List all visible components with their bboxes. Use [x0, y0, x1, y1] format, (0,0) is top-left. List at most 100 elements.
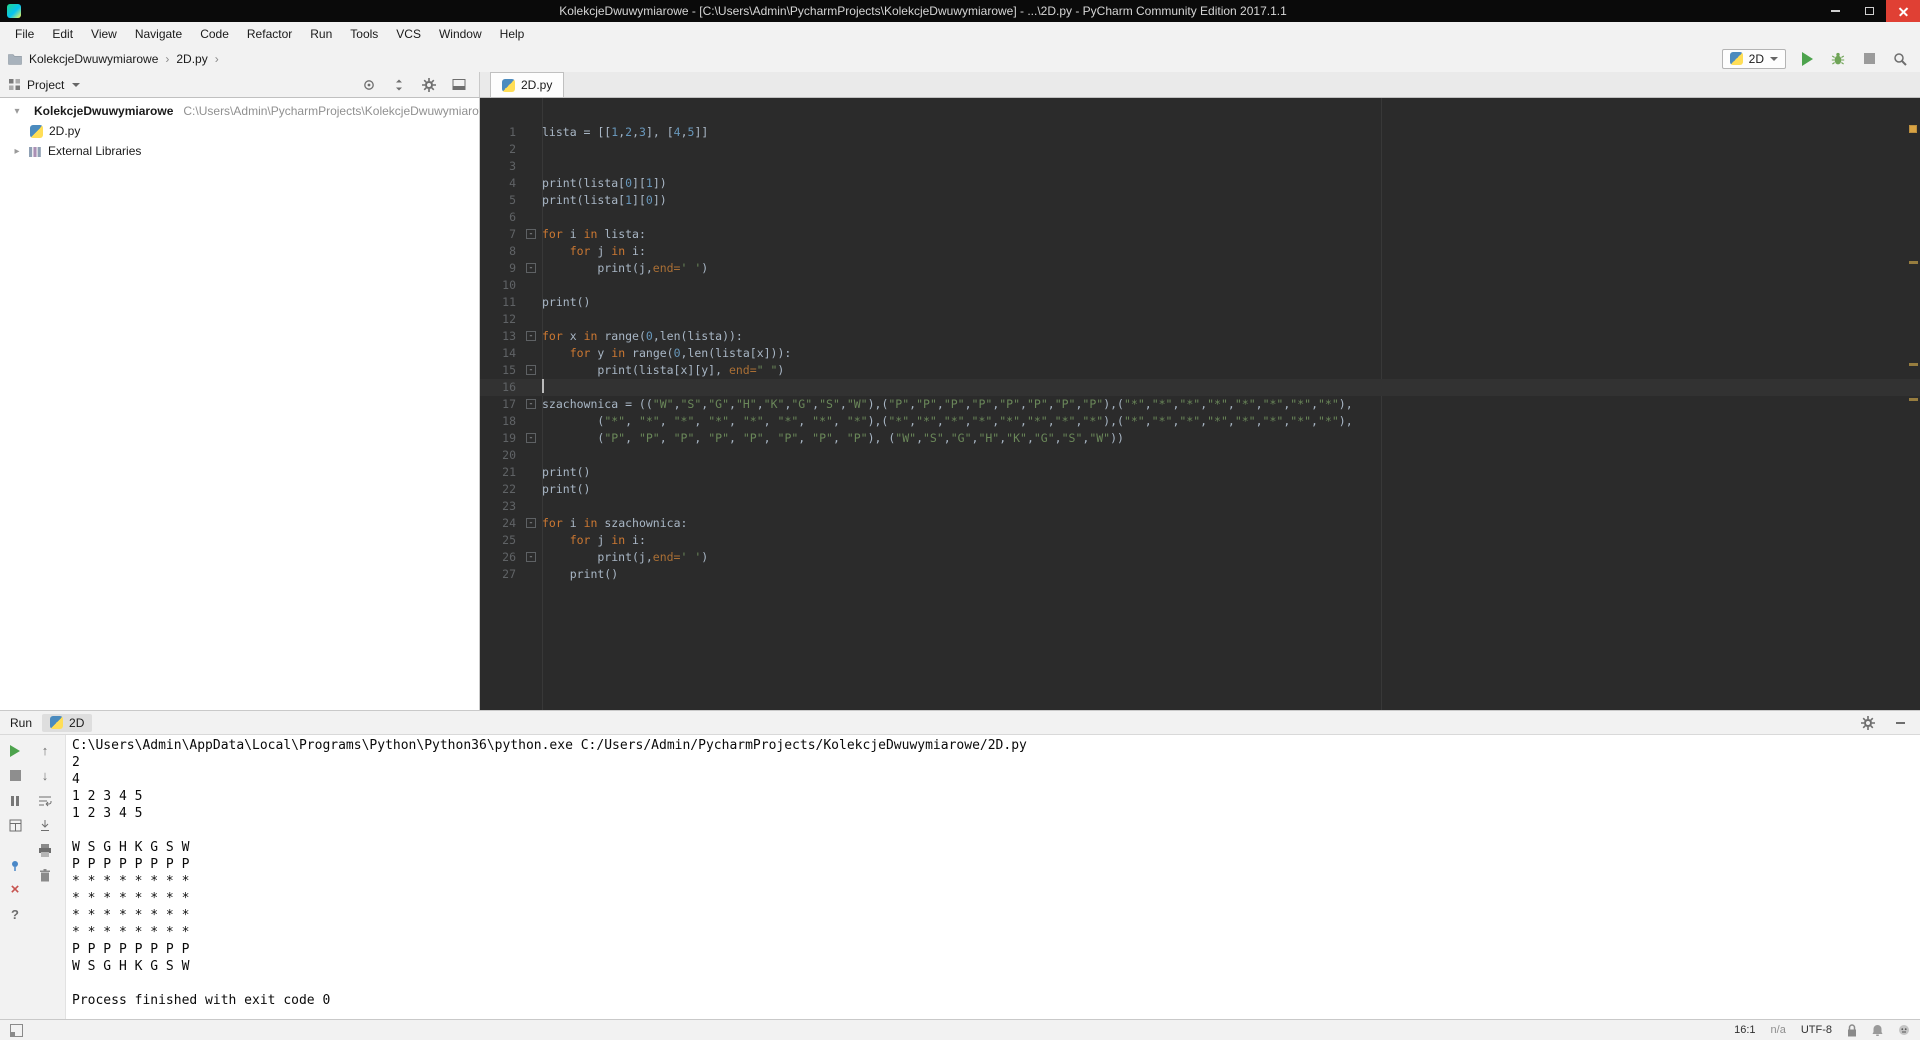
code-line-23[interactable]: 23 — [480, 498, 1920, 515]
code-line-12[interactable]: 12 — [480, 311, 1920, 328]
encoding-widget[interactable]: UTF-8 — [1801, 1024, 1832, 1036]
fold-marker-icon[interactable]: - — [526, 399, 536, 409]
hide-run-panel-button[interactable] — [1890, 713, 1910, 733]
code-line-4[interactable]: 4 print(lista[0][1]) — [480, 175, 1920, 192]
code-line-27[interactable]: 27 print() — [480, 566, 1920, 583]
fold-marker-icon[interactable]: - — [526, 229, 536, 239]
locate-file-button[interactable] — [359, 75, 379, 95]
expanded-arrow-icon[interactable]: ▾ — [12, 106, 22, 117]
line-number[interactable]: 16 — [480, 379, 542, 396]
external-libraries-node[interactable]: ▸ External Libraries — [0, 141, 479, 161]
line-number[interactable]: 24- — [480, 515, 542, 532]
breadcrumb-project[interactable]: KolekcjeDwuwymiarowe — [29, 52, 158, 66]
code-line-1[interactable]: 1 lista = [[1,2,3], [4,5]] — [480, 124, 1920, 141]
soft-wrap-button[interactable] — [34, 790, 56, 811]
menu-item-vcs[interactable]: VCS — [387, 22, 430, 45]
code-line-2[interactable]: 2 — [480, 141, 1920, 158]
fold-marker-icon[interactable]: - — [526, 433, 536, 443]
code-line-9[interactable]: 9- print(j,end=' ') — [480, 260, 1920, 277]
code-line-15[interactable]: 15- print(lista[x][y], end=" ") — [480, 362, 1920, 379]
run-configuration-select[interactable]: 2D — [1721, 48, 1786, 69]
caret-position-widget[interactable]: 16:1 — [1734, 1024, 1755, 1036]
line-number[interactable]: 1 — [480, 124, 542, 141]
line-number[interactable]: 27 — [480, 566, 542, 583]
warning-stripe-mark[interactable] — [1909, 261, 1918, 264]
lock-icon[interactable] — [1847, 1023, 1857, 1037]
line-number[interactable]: 17- — [480, 396, 542, 413]
line-number[interactable]: 13- — [480, 328, 542, 345]
menu-item-help[interactable]: Help — [491, 22, 534, 45]
project-root-node[interactable]: ▾ KolekcjeDwuwymiarowe C:\Users\Admin\Py… — [0, 101, 479, 121]
scroll-to-end-button[interactable] — [34, 815, 56, 836]
clear-all-button[interactable] — [34, 865, 56, 886]
notifications-bell-icon[interactable] — [1872, 1024, 1883, 1036]
restore-layout-button[interactable] — [4, 815, 26, 836]
down-stack-trace-button[interactable]: ↓ — [34, 765, 56, 786]
maximize-button[interactable] — [1852, 0, 1886, 22]
menu-item-edit[interactable]: Edit — [43, 22, 82, 45]
collapsed-arrow-icon[interactable]: ▸ — [12, 146, 22, 157]
code-line-16[interactable]: 16 — [480, 379, 1920, 396]
editor-scroll-stripe[interactable] — [1906, 98, 1920, 710]
print-button[interactable] — [34, 840, 56, 861]
code-line-8[interactable]: 8 for j in i: — [480, 243, 1920, 260]
line-separator-widget[interactable]: n/a — [1771, 1024, 1786, 1036]
run-console[interactable]: C:\Users\Admin\AppData\Local\Programs\Py… — [66, 735, 1920, 1019]
code-line-13[interactable]: 13- for x in range(0,len(lista)): — [480, 328, 1920, 345]
line-number[interactable]: 5 — [480, 192, 542, 209]
pause-output-button[interactable] — [4, 790, 26, 811]
close-run-tab-button[interactable]: × — [4, 879, 26, 900]
line-number[interactable]: 23 — [480, 498, 542, 515]
line-number[interactable]: 15- — [480, 362, 542, 379]
line-number[interactable]: 11 — [480, 294, 542, 311]
line-number[interactable]: 9- — [480, 260, 542, 277]
stop-button[interactable] — [1859, 49, 1879, 69]
warning-stripe-mark[interactable] — [1909, 398, 1918, 401]
code-line-11[interactable]: 11 print() — [480, 294, 1920, 311]
line-number[interactable]: 6 — [480, 209, 542, 226]
code-line-14[interactable]: 14 for y in range(0,len(lista[x])): — [480, 345, 1920, 362]
project-settings-button[interactable] — [419, 75, 439, 95]
coverage-button[interactable] — [1828, 49, 1848, 69]
line-number[interactable]: 2 — [480, 141, 542, 158]
menu-item-window[interactable]: Window — [430, 22, 491, 45]
run-tab-2d[interactable]: 2D — [42, 713, 93, 732]
run-settings-button[interactable] — [1858, 713, 1878, 733]
menu-item-run[interactable]: Run — [301, 22, 341, 45]
code-line-20[interactable]: 20 — [480, 447, 1920, 464]
fold-marker-icon[interactable]: - — [526, 331, 536, 341]
fold-marker-icon[interactable]: - — [526, 518, 536, 528]
code-line-5[interactable]: 5 print(lista[1][0]) — [480, 192, 1920, 209]
line-number[interactable]: 19- — [480, 430, 542, 447]
pin-tab-button[interactable] — [4, 854, 26, 875]
menu-item-view[interactable]: View — [82, 22, 126, 45]
search-everywhere-button[interactable] — [1890, 49, 1910, 69]
code-line-10[interactable]: 10 — [480, 277, 1920, 294]
close-button[interactable] — [1886, 0, 1920, 22]
project-file-node[interactable]: 2D.py — [0, 121, 479, 141]
inspector-profile-icon[interactable] — [1898, 1024, 1910, 1036]
inspections-status-icon[interactable] — [1909, 125, 1917, 133]
line-number[interactable]: 4 — [480, 175, 542, 192]
code-line-19[interactable]: 19- ("P", "P", "P", "P", "P", "P", "P", … — [480, 430, 1920, 447]
code-line-7[interactable]: 7- for i in lista: — [480, 226, 1920, 243]
toolwindow-toggle-button[interactable] — [6, 1020, 26, 1040]
menu-item-navigate[interactable]: Navigate — [126, 22, 191, 45]
code-line-17[interactable]: 17- szachownica = (("W","S","G","H","K","… — [480, 396, 1920, 413]
line-number[interactable]: 10 — [480, 277, 542, 294]
menu-item-file[interactable]: File — [6, 22, 43, 45]
editor-tab-2d-py[interactable]: 2D.py — [490, 72, 565, 97]
fold-marker-icon[interactable]: - — [526, 365, 536, 375]
project-panel-title[interactable]: Project — [27, 78, 64, 92]
line-number[interactable]: 12 — [480, 311, 542, 328]
up-stack-trace-button[interactable]: ↑ — [34, 740, 56, 761]
line-number[interactable]: 8 — [480, 243, 542, 260]
line-number[interactable]: 14 — [480, 345, 542, 362]
menu-item-refactor[interactable]: Refactor — [238, 22, 301, 45]
collapse-all-button[interactable] — [389, 75, 409, 95]
run-tool-window-title[interactable]: Run — [10, 716, 32, 730]
line-number[interactable]: 7- — [480, 226, 542, 243]
code-line-24[interactable]: 24- for i in szachownica: — [480, 515, 1920, 532]
line-number[interactable]: 22 — [480, 481, 542, 498]
code-line-18[interactable]: 18 ("*", "*", "*", "*", "*", "*", "*", "… — [480, 413, 1920, 430]
